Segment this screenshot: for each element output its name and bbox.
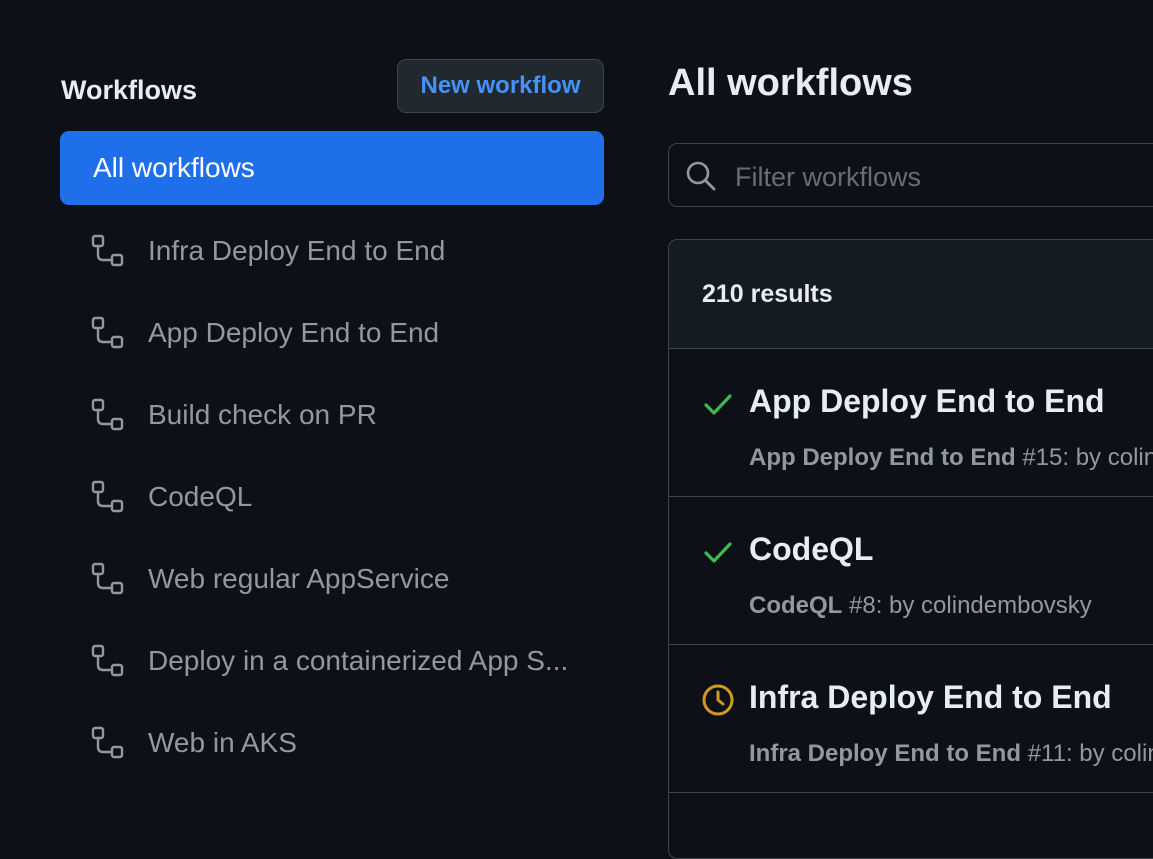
workflow-icon	[91, 234, 124, 267]
workflow-icon	[91, 644, 124, 677]
run-meta: App Deploy End to End #15: by colind	[749, 444, 1153, 472]
run-workflow-name: App Deploy End to End	[749, 444, 1016, 471]
sidebar-item-label: CodeQL	[148, 481, 253, 512]
run-workflow-name: CodeQL	[749, 592, 843, 619]
page-title: All workflows	[668, 62, 913, 104]
sidebar-item-label: Deploy in a containerized App S...	[148, 645, 569, 676]
sidebar-item-all-workflows[interactable]: All workflows	[60, 131, 604, 205]
workflow-run-row[interactable]: Infra Deploy End to End Infra Deploy End…	[669, 645, 1153, 793]
sidebar-item-workflow[interactable]: App Deploy End to End	[60, 292, 604, 374]
run-number: #15	[1022, 444, 1063, 471]
workflow-run-row[interactable]: CodeQL CodeQL #8: by colindembovsky	[669, 497, 1153, 645]
sidebar-item-workflow[interactable]: Build check on PR	[60, 374, 604, 456]
run-author: : by colindembovsky	[875, 592, 1092, 619]
sidebar-item-label: Web in AKS	[148, 727, 297, 758]
workflow-runs-list: 210 results App Deploy End to End App De…	[668, 239, 1153, 859]
workflow-list: Infra Deploy End to End App Deploy End t…	[60, 210, 604, 784]
results-count: 210 results	[669, 240, 1153, 349]
run-number: #8	[849, 592, 876, 619]
workflows-sidebar: Workflows New workflow All workflows Inf…	[60, 58, 604, 759]
sidebar-item-label: All workflows	[93, 152, 255, 183]
run-title-link[interactable]: Infra Deploy End to End	[749, 679, 1112, 716]
search-icon	[686, 161, 716, 191]
check-icon	[704, 542, 732, 563]
run-meta: Infra Deploy End to End #11: by coline	[749, 740, 1153, 768]
run-meta: CodeQL #8: by colindembovsky	[749, 592, 1092, 620]
sidebar-item-label: Web regular AppService	[148, 563, 450, 594]
sidebar-item-label: Infra Deploy End to End	[148, 235, 446, 266]
workflow-icon	[91, 726, 124, 759]
filter-workflows-input[interactable]	[733, 156, 1153, 198]
sidebar-item-workflow[interactable]: Infra Deploy End to End	[60, 210, 604, 292]
sidebar-item-workflow[interactable]: Deploy in a containerized App S...	[60, 620, 604, 702]
workflow-icon	[91, 398, 124, 431]
run-title-link[interactable]: CodeQL	[749, 531, 873, 568]
filter-workflows-field[interactable]	[668, 143, 1153, 207]
sidebar-item-label: App Deploy End to End	[148, 317, 440, 348]
sidebar-header: Workflows New workflow	[60, 58, 604, 116]
clock-icon	[702, 684, 734, 716]
sidebar-item-workflow[interactable]: Web in AKS	[60, 702, 604, 784]
run-title-link[interactable]: App Deploy End to End	[749, 383, 1105, 420]
check-icon	[704, 394, 732, 415]
main-content: All workflows 210 results App Deploy End…	[668, 0, 1153, 859]
new-workflow-button[interactable]: New workflow	[397, 59, 604, 113]
sidebar-title: Workflows	[61, 75, 198, 105]
workflow-icon	[91, 480, 124, 513]
run-workflow-name: Infra Deploy End to End	[749, 740, 1022, 767]
run-number: #11	[1027, 740, 1066, 767]
run-author: : by coline	[1065, 740, 1153, 767]
workflow-run-row[interactable]: App Deploy End to End App Deploy End to …	[669, 349, 1153, 497]
sidebar-item-workflow[interactable]: CodeQL	[60, 456, 604, 538]
workflow-icon	[91, 562, 124, 595]
run-author: : by colind	[1062, 444, 1153, 471]
sidebar-item-label: Build check on PR	[148, 399, 377, 430]
sidebar-item-workflow[interactable]: Web regular AppService	[60, 538, 604, 620]
workflow-icon	[91, 316, 124, 349]
